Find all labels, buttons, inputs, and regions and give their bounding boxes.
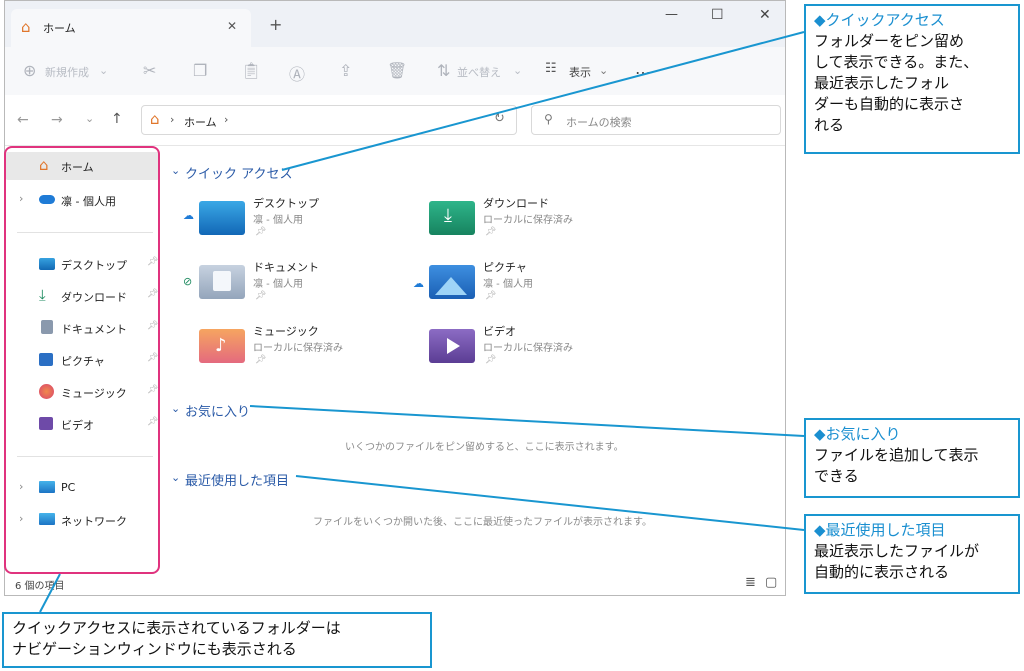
- callout-line: できる: [814, 467, 859, 485]
- navigation-pane-callout: クイックアクセスに表示されているフォルダーは ナビゲーションウィンドウにも表示さ…: [2, 612, 432, 668]
- callout-title: ◆お気に入り: [814, 425, 901, 443]
- navigation-leader: [39, 573, 61, 613]
- recent-callout: ◆最近使用した項目 最近表示したファイルが 自動的に表示される: [804, 514, 1020, 594]
- favorites-leader: [249, 405, 805, 437]
- callout-line: れる: [814, 116, 845, 134]
- callout-line: クイックアクセスに表示されているフォルダーは: [12, 619, 341, 637]
- callout-line: して表示できる。また、: [814, 53, 979, 71]
- callout-line: 最近表示したフォル: [814, 74, 950, 92]
- callout-line: ナビゲーションウィンドウにも表示される: [12, 640, 297, 658]
- callout-line: 最近表示したファイルが: [814, 542, 980, 560]
- callout-line: フォルダーをピン留め: [814, 32, 965, 50]
- callout-line: ダーも自動的に表示さ: [814, 95, 965, 113]
- callout-line: 自動的に表示される: [814, 563, 950, 581]
- callout-title: ◆クイックアクセス: [814, 11, 945, 29]
- callout-line: ファイルを追加して表示: [814, 446, 979, 464]
- quick-access-leader: [281, 31, 805, 171]
- callout-title: ◆最近使用した項目: [814, 521, 946, 539]
- favorites-callout: ◆お気に入り ファイルを追加して表示 できる: [804, 418, 1020, 498]
- quick-access-callout: ◆クイックアクセス フォルダーをピン留め して表示できる。また、 最近表示したフ…: [804, 4, 1020, 154]
- recent-leader: [295, 475, 805, 531]
